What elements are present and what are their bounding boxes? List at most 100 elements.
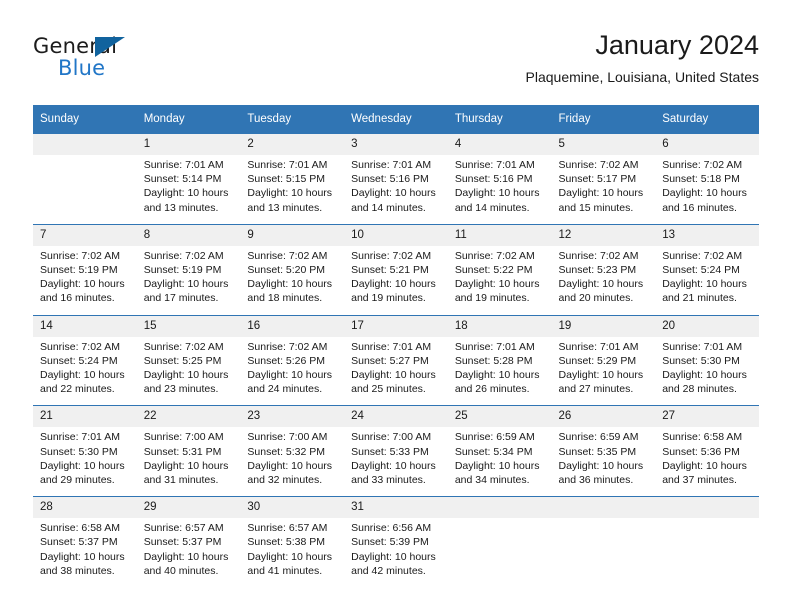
day-detail: Sunrise: 7:00 AM Sunset: 5:31 PM Daylight:… <box>137 427 241 496</box>
daylight-text: Daylight: 10 hours <box>143 187 229 200</box>
calendar-day-cell[interactable]: 23 Sunrise: 7:00 AM Sunset: 5:32 PM Dayligh… <box>240 405 345 497</box>
sunset-text: Sunset: 5:23 PM <box>558 264 637 277</box>
calendar-day-cell[interactable]: 18 Sunrise: 7:01 AM Sunset: 5:28 PM Dayligh… <box>447 314 552 406</box>
page-title: January 2024 <box>595 30 759 60</box>
calendar-day-cell[interactable]: 3 Sunrise: 7:01 AM Sunset: 5:16 PM Daylight… <box>344 133 448 225</box>
calendar-day-cell[interactable]: 13 Sunrise: 7:02 AM Sunset: 5:24 PM Dayligh… <box>655 223 759 316</box>
day-number: 7 <box>33 224 137 246</box>
day-detail: Sunrise: 7:02 AM Sunset: 5:18 PM Daylight:… <box>655 155 759 224</box>
calendar-day-cell[interactable]: 31 Sunrise: 6:56 AM Sunset: 5:39 PM Dayligh… <box>344 496 448 588</box>
day-number: 14 <box>33 315 137 337</box>
calendar-day-cell[interactable]: 22 Sunrise: 7:00 AM Sunset: 5:31 PM Dayligh… <box>136 405 241 497</box>
logo-text-blue: Blue <box>58 56 106 80</box>
weekday-header-friday: Friday <box>551 105 656 134</box>
day-detail: Sunrise: 7:01 AM Sunset: 5:14 PM Daylight:… <box>137 155 241 224</box>
calendar-day-cell[interactable]: 17 Sunrise: 7:01 AM Sunset: 5:27 PM Dayligh… <box>344 314 448 406</box>
calendar-day-cell[interactable]: 2 Sunrise: 7:01 AM Sunset: 5:15 PM Daylight… <box>240 133 345 225</box>
sunset-text: Sunset: 5:35 PM <box>558 445 637 458</box>
daylight-text: Daylight: 10 hours <box>40 459 125 472</box>
calendar-week-row: 21 Sunrise: 7:01 AM Sunset: 5:30 PM Dayligh… <box>33 405 759 497</box>
daylight-text: and 13 minutes. <box>247 201 323 214</box>
sunset-text: Sunset: 5:32 PM <box>247 445 326 458</box>
daylight-text: Daylight: 10 hours <box>558 187 644 200</box>
daylight-text: Daylight: 10 hours <box>40 369 125 382</box>
day-detail: Sunrise: 6:58 AM Sunset: 5:37 PM Daylight:… <box>33 518 137 587</box>
calendar-day-cell[interactable]: 27 Sunrise: 6:58 AM Sunset: 5:36 PM Dayligh… <box>655 405 759 497</box>
calendar-day-cell[interactable]: 8 Sunrise: 7:02 AM Sunset: 5:19 PM Daylight… <box>136 223 241 316</box>
day-detail-empty <box>33 155 137 218</box>
sunset-text: Sunset: 5:16 PM <box>454 173 533 186</box>
daylight-text: and 21 minutes. <box>662 292 737 305</box>
calendar-day-cell[interactable]: 14 Sunrise: 7:02 AM Sunset: 5:24 PM Dayligh… <box>33 314 137 406</box>
daylight-text: and 24 minutes. <box>247 383 323 396</box>
brand-logo[interactable]: General Blue <box>33 34 233 90</box>
daylight-text: Daylight: 10 hours <box>454 459 540 472</box>
daylight-text: and 31 minutes. <box>143 474 219 487</box>
sunrise-text: Sunrise: 7:00 AM <box>247 431 328 444</box>
page-header: General Blue January 2024 Plaquemine, Lo… <box>33 28 759 98</box>
day-number: 8 <box>136 224 241 246</box>
day-number: 11 <box>447 224 552 246</box>
calendar-day-cell[interactable]: 25 Sunrise: 6:59 AM Sunset: 5:34 PM Dayligh… <box>447 405 552 497</box>
day-number: 13 <box>655 224 759 246</box>
page-subtitle: Plaquemine, Louisiana, United States <box>525 69 759 85</box>
day-detail: Sunrise: 6:59 AM Sunset: 5:34 PM Daylight:… <box>448 427 552 496</box>
calendar-day-cell[interactable]: 19 Sunrise: 7:01 AM Sunset: 5:29 PM Dayligh… <box>551 314 656 406</box>
day-number: 2 <box>240 134 345 155</box>
calendar-day-cell[interactable]: 26 Sunrise: 6:59 AM Sunset: 5:35 PM Dayligh… <box>551 405 656 497</box>
day-detail: Sunrise: 7:02 AM Sunset: 5:22 PM Daylight:… <box>448 246 552 315</box>
daylight-text: Daylight: 10 hours <box>662 278 747 291</box>
calendar-day-cell[interactable]: 16 Sunrise: 7:02 AM Sunset: 5:26 PM Dayligh… <box>240 314 345 406</box>
day-number: 30 <box>240 497 345 519</box>
day-detail: Sunrise: 7:02 AM Sunset: 5:17 PM Daylight:… <box>552 155 656 224</box>
day-number: 29 <box>136 497 241 519</box>
day-number: 20 <box>655 315 759 337</box>
daylight-text: Daylight: 10 hours <box>454 369 540 382</box>
sunrise-text: Sunrise: 6:59 AM <box>558 431 639 444</box>
daylight-text: and 18 minutes. <box>247 292 323 305</box>
calendar-day-cell[interactable]: 1 Sunrise: 7:01 AM Sunset: 5:14 PM Daylight… <box>136 133 241 225</box>
sunrise-text: Sunrise: 6:59 AM <box>454 431 535 444</box>
calendar-day-cell[interactable]: 11 Sunrise: 7:02 AM Sunset: 5:22 PM Dayligh… <box>447 223 552 316</box>
calendar-day-cell[interactable]: 4 Sunrise: 7:01 AM Sunset: 5:16 PM Daylight… <box>447 133 552 225</box>
calendar-day-cell[interactable]: 5 Sunrise: 7:02 AM Sunset: 5:17 PM Daylight… <box>551 133 656 225</box>
calendar-day-cell[interactable]: 6 Sunrise: 7:02 AM Sunset: 5:18 PM Daylight… <box>655 133 759 225</box>
daylight-text: Daylight: 10 hours <box>40 278 125 291</box>
daylight-text: and 17 minutes. <box>143 292 219 305</box>
calendar-day-cell[interactable]: 21 Sunrise: 7:01 AM Sunset: 5:30 PM Dayligh… <box>33 405 137 497</box>
calendar-day-cell[interactable]: 30 Sunrise: 6:57 AM Sunset: 5:38 PM Dayligh… <box>240 496 345 588</box>
day-number: 22 <box>136 406 241 428</box>
weekday-header-sunday: Sunday <box>33 105 137 134</box>
sunset-text: Sunset: 5:16 PM <box>351 173 429 186</box>
calendar-day-cell[interactable]: 20 Sunrise: 7:01 AM Sunset: 5:30 PM Dayligh… <box>655 314 759 406</box>
calendar-day-cell[interactable]: 12 Sunrise: 7:02 AM Sunset: 5:23 PM Dayligh… <box>551 223 656 316</box>
daylight-text: Daylight: 10 hours <box>454 187 540 200</box>
day-detail: Sunrise: 7:02 AM Sunset: 5:25 PM Daylight:… <box>137 337 241 406</box>
sunset-text: Sunset: 5:21 PM <box>351 264 429 277</box>
weekday-header-saturday: Saturday <box>655 105 759 134</box>
day-number: 31 <box>344 497 448 519</box>
day-detail: Sunrise: 7:00 AM Sunset: 5:33 PM Daylight:… <box>344 427 448 496</box>
calendar-day-cell[interactable]: 15 Sunrise: 7:02 AM Sunset: 5:25 PM Dayligh… <box>136 314 241 406</box>
sunrise-text: Sunrise: 7:01 AM <box>454 340 535 353</box>
daylight-text: Daylight: 10 hours <box>558 369 644 382</box>
calendar-day-cell[interactable]: 10 Sunrise: 7:02 AM Sunset: 5:21 PM Dayligh… <box>344 223 448 316</box>
daylight-text: and 14 minutes. <box>351 201 426 214</box>
daylight-text: and 15 minutes. <box>558 201 634 214</box>
daylight-text: and 29 minutes. <box>40 474 115 487</box>
calendar-day-cell[interactable]: 7 Sunrise: 7:02 AM Sunset: 5:19 PM Daylight… <box>33 223 137 316</box>
sunset-text: Sunset: 5:24 PM <box>662 264 740 277</box>
day-detail: Sunrise: 7:01 AM Sunset: 5:15 PM Daylight:… <box>240 155 344 224</box>
sunset-text: Sunset: 5:24 PM <box>40 354 118 367</box>
calendar-day-cell[interactable]: 24 Sunrise: 7:00 AM Sunset: 5:33 PM Dayligh… <box>344 405 448 497</box>
day-detail: Sunrise: 7:01 AM Sunset: 5:16 PM Daylight:… <box>448 155 552 224</box>
sunset-text: Sunset: 5:36 PM <box>662 445 740 458</box>
calendar-day-cell[interactable]: 29 Sunrise: 6:57 AM Sunset: 5:37 PM Dayligh… <box>136 496 241 588</box>
day-detail: Sunrise: 6:59 AM Sunset: 5:35 PM Daylight:… <box>552 427 656 496</box>
calendar-day-cell[interactable]: 9 Sunrise: 7:02 AM Sunset: 5:20 PM Daylight… <box>240 223 345 316</box>
calendar-day-cell[interactable]: 28 Sunrise: 6:58 AM Sunset: 5:37 PM Dayligh… <box>33 496 137 588</box>
daylight-text: Daylight: 10 hours <box>351 369 436 382</box>
day-number <box>447 497 552 519</box>
sunset-text: Sunset: 5:15 PM <box>247 173 326 186</box>
daylight-text: and 37 minutes. <box>662 474 737 487</box>
